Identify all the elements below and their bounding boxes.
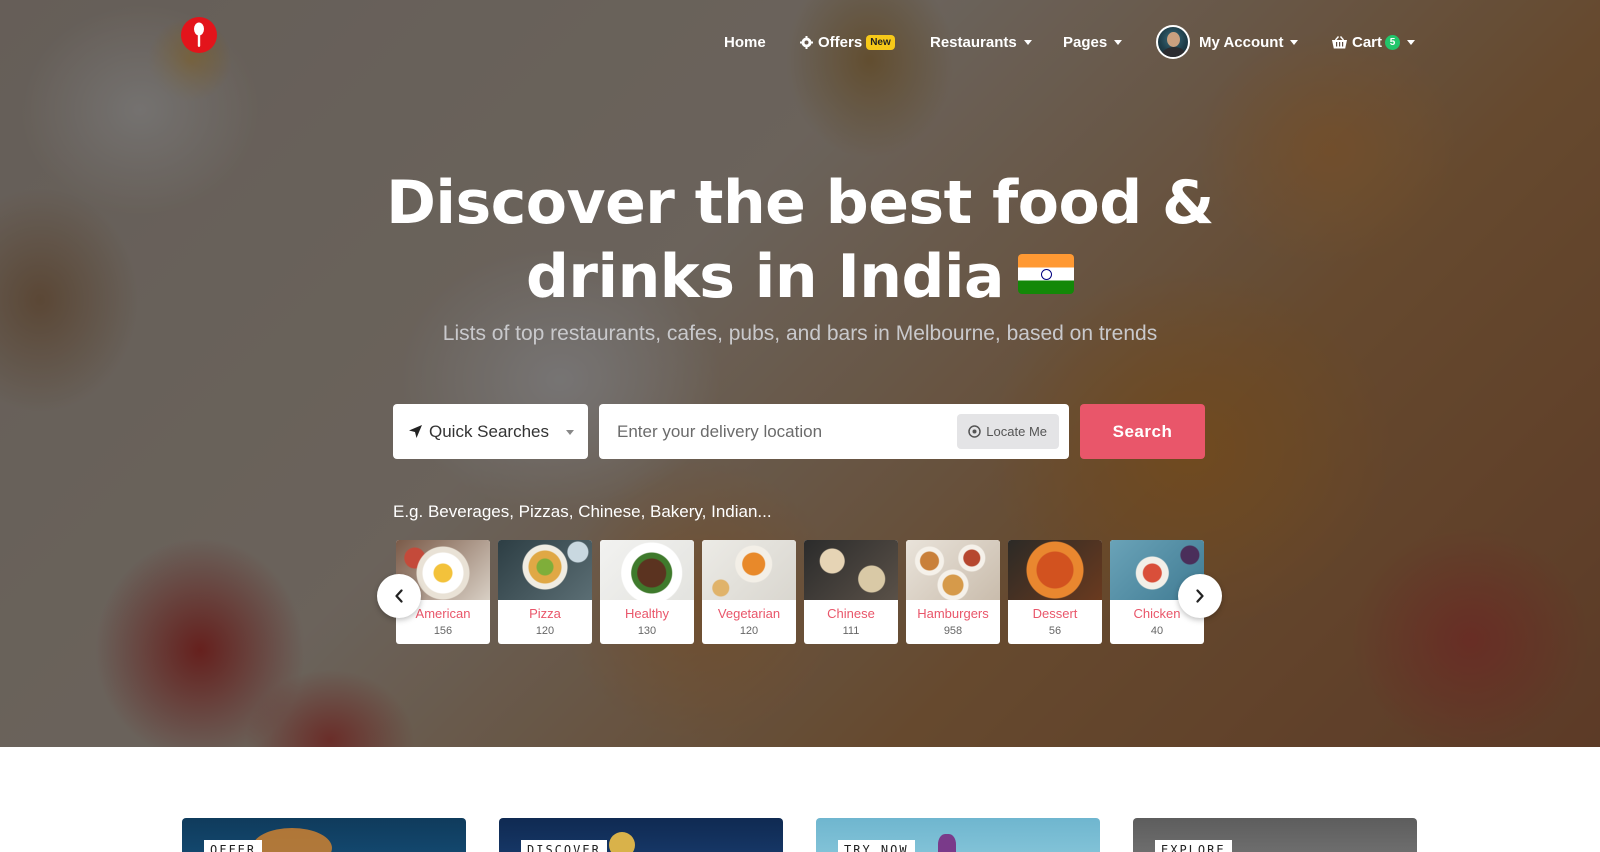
hero-title-line1: Discover the best food & bbox=[386, 168, 1214, 238]
category-name: Chinese bbox=[827, 606, 875, 621]
nav-offers-label: Offers bbox=[818, 33, 863, 51]
carousel-prev-button[interactable] bbox=[377, 574, 421, 618]
quick-searches-dropdown[interactable]: Quick Searches bbox=[393, 404, 588, 459]
category-card-healthy[interactable]: Healthy 130 bbox=[600, 540, 694, 644]
promo-tag: TRY NOW bbox=[838, 840, 915, 852]
locate-me-button[interactable]: Locate Me bbox=[957, 414, 1059, 449]
nav-pages[interactable]: Pages bbox=[1063, 24, 1123, 60]
caret-down-icon bbox=[1290, 39, 1299, 45]
category-name: Hamburgers bbox=[917, 606, 989, 621]
cart-count-badge: 5 bbox=[1385, 34, 1401, 50]
category-name: Vegetarian bbox=[717, 606, 781, 621]
quick-searches-label: Quick Searches bbox=[429, 421, 549, 441]
nav-home[interactable]: Home bbox=[724, 24, 766, 60]
category-image bbox=[1008, 540, 1102, 600]
location-arrow-icon bbox=[409, 425, 422, 438]
nav-restaurants-label: Restaurants bbox=[930, 33, 1017, 51]
category-count: 40 bbox=[1150, 625, 1164, 637]
promo-tag: EXPLORE bbox=[1155, 840, 1232, 852]
location-input[interactable] bbox=[599, 404, 939, 459]
promo-graphic bbox=[609, 832, 635, 852]
location-search-box: Locate Me bbox=[599, 404, 1069, 459]
category-count: 111 bbox=[842, 625, 860, 637]
chevron-left-icon bbox=[395, 589, 403, 603]
category-image bbox=[600, 540, 694, 600]
caret-down-icon bbox=[1023, 39, 1032, 45]
locate-me-label: Locate Me bbox=[986, 424, 1047, 439]
hero-title-line2: drinks in India bbox=[525, 242, 1005, 312]
hero-title: Discover the best food & drinks in India bbox=[0, 166, 1600, 314]
promo-tag: OFFER bbox=[204, 840, 263, 852]
search-examples: E.g. Beverages, Pizzas, Chinese, Bakery,… bbox=[393, 502, 772, 521]
nav-cart[interactable]: Cart 5 bbox=[1332, 24, 1416, 60]
nav-home-label: Home bbox=[724, 33, 766, 51]
promo-card-try-now[interactable]: TRY NOW bbox=[816, 818, 1100, 852]
category-image bbox=[498, 540, 592, 600]
category-count: 958 bbox=[943, 625, 963, 637]
category-image bbox=[804, 540, 898, 600]
promo-graphic bbox=[252, 828, 332, 852]
basket-icon bbox=[1332, 35, 1347, 48]
category-count: 156 bbox=[433, 625, 453, 637]
category-card-chinese[interactable]: Chinese 111 bbox=[804, 540, 898, 644]
gear-badge-icon bbox=[800, 35, 813, 49]
nav-account[interactable]: My Account bbox=[1156, 24, 1299, 60]
nav-cart-label: Cart bbox=[1352, 33, 1383, 51]
category-card-hamburgers[interactable]: Hamburgers 958 bbox=[906, 540, 1000, 644]
category-carousel: American 156 Pizza 120 Healthy 130 Veget… bbox=[396, 540, 1204, 644]
category-card-pizza[interactable]: Pizza 120 bbox=[498, 540, 592, 644]
category-count: 130 bbox=[637, 625, 657, 637]
category-count: 56 bbox=[1048, 625, 1062, 637]
caret-down-icon bbox=[1114, 39, 1123, 45]
carousel-next-button[interactable] bbox=[1178, 574, 1222, 618]
search-button[interactable]: Search bbox=[1080, 404, 1205, 459]
chevron-right-icon bbox=[1196, 589, 1204, 603]
india-flag-icon bbox=[1018, 254, 1075, 295]
category-count: 120 bbox=[739, 625, 759, 637]
crosshair-icon bbox=[968, 425, 982, 438]
category-card-dessert[interactable]: Dessert 56 bbox=[1008, 540, 1102, 644]
new-badge: New bbox=[866, 34, 895, 50]
category-image bbox=[906, 540, 1000, 600]
hero-subtitle: Lists of top restaurants, cafes, pubs, a… bbox=[442, 322, 1158, 345]
promo-card-discover[interactable]: DISCOVER bbox=[499, 818, 783, 852]
promo-card-explore[interactable]: EXPLORE bbox=[1133, 818, 1417, 852]
promo-tag: DISCOVER bbox=[521, 840, 607, 852]
promo-graphic bbox=[938, 834, 956, 852]
category-name: Healthy bbox=[624, 606, 670, 621]
category-image bbox=[702, 540, 796, 600]
category-name: Pizza bbox=[529, 606, 561, 621]
caret-down-icon bbox=[1407, 39, 1416, 45]
nav-account-label: My Account bbox=[1199, 33, 1284, 51]
avatar bbox=[1156, 25, 1190, 59]
promo-card-offer[interactable]: OFFER bbox=[182, 818, 466, 852]
main-nav: Home Offers New Restaurants Pages My Acc… bbox=[0, 24, 1600, 60]
hero-title-line2-wrap: drinks in India bbox=[0, 240, 1600, 314]
nav-offers[interactable]: Offers New bbox=[800, 24, 895, 60]
category-count: 120 bbox=[535, 625, 555, 637]
nav-restaurants[interactable]: Restaurants bbox=[930, 24, 1032, 60]
category-name: Dessert bbox=[1032, 606, 1078, 621]
category-card-vegetarian[interactable]: Vegetarian 120 bbox=[702, 540, 796, 644]
nav-pages-label: Pages bbox=[1063, 33, 1108, 51]
caret-down-icon bbox=[566, 430, 574, 435]
